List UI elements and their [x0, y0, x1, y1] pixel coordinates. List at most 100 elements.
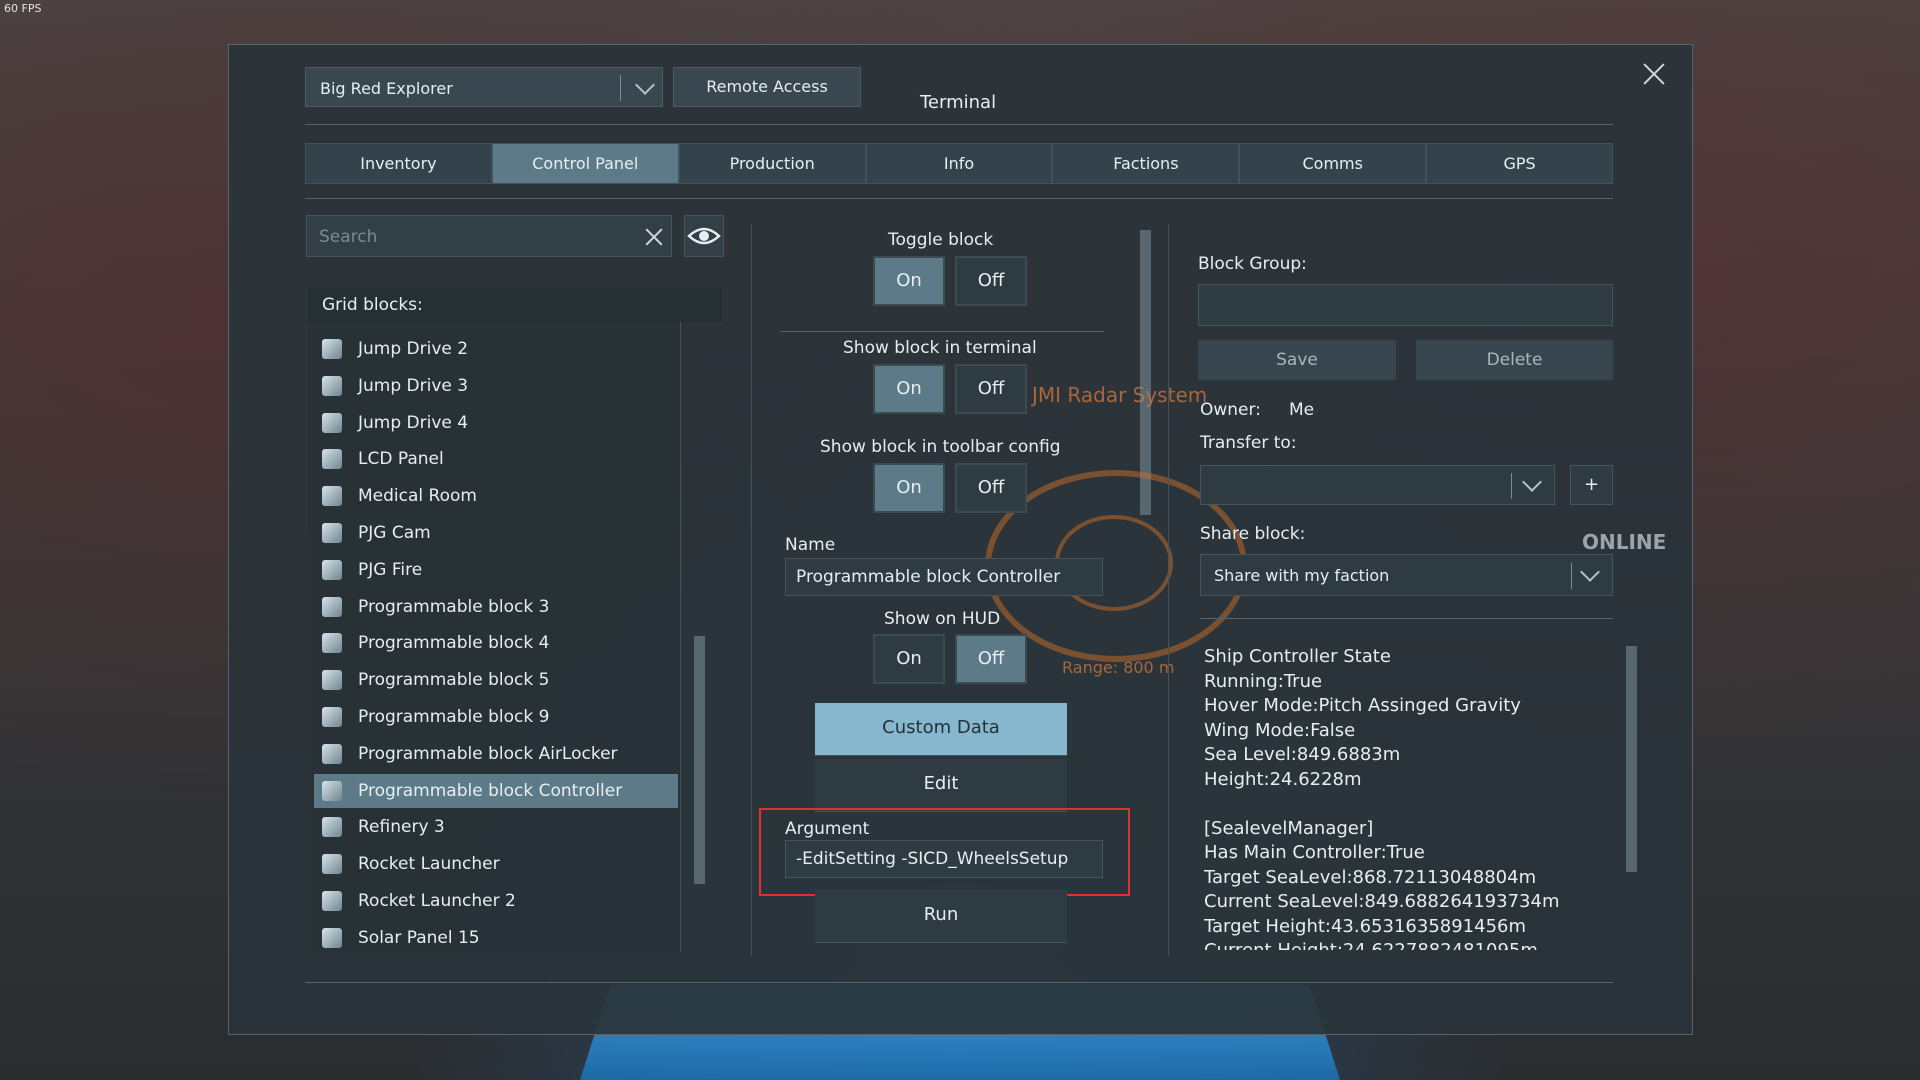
tab-inventory[interactable]: Inventory: [305, 143, 492, 184]
info-line: Height:24.6228m: [1204, 768, 1362, 790]
delete-group-button[interactable]: Delete: [1416, 340, 1613, 380]
info-line: Target Height:43.6531635891456m: [1204, 915, 1527, 937]
owner-label: Owner:: [1200, 400, 1261, 420]
share-block-label: Share block:: [1200, 524, 1306, 544]
divider: [305, 124, 1613, 125]
run-button[interactable]: Run: [815, 890, 1067, 943]
fps-counter: 60 FPS: [4, 2, 42, 15]
weapon-icon: [322, 559, 342, 580]
list-item[interactable]: Jump Drive 2: [314, 332, 678, 366]
clear-search-icon[interactable]: [643, 226, 665, 248]
list-item-label: Solar Panel 15: [358, 927, 480, 948]
highlight-annotation-box: [759, 808, 1130, 896]
show-in-toolbar-off-button[interactable]: Off: [955, 463, 1027, 513]
toggle-block-off-button[interactable]: Off: [955, 256, 1027, 306]
remote-access-button[interactable]: Remote Access: [673, 67, 861, 107]
custom-data-button[interactable]: Custom Data: [815, 703, 1067, 756]
list-item-label: PJG Cam: [358, 523, 431, 543]
tab-control-panel[interactable]: Control Panel: [491, 143, 679, 184]
programmable-block-icon: [322, 670, 342, 691]
list-item[interactable]: Programmable block 5: [314, 663, 678, 697]
tab-bar: Inventory Control Panel Production Info …: [305, 143, 1614, 184]
tab-info[interactable]: Info: [865, 143, 1053, 184]
name-label: Name: [785, 535, 836, 555]
rocket-launcher-icon: [322, 854, 342, 875]
chevron-down-icon[interactable]: [635, 75, 655, 95]
divider: [780, 331, 1104, 332]
list-item-label: Programmable block 4: [358, 633, 550, 654]
programmable-block-icon: [322, 707, 342, 727]
show-on-hud-off-button[interactable]: Off: [955, 634, 1027, 684]
list-item[interactable]: Programmable block Controller: [314, 773, 678, 808]
grid-blocks-title: Grid blocks:: [322, 295, 423, 315]
tab-factions[interactable]: Factions: [1052, 143, 1240, 184]
list-item[interactable]: Refinery 3: [314, 810, 678, 844]
visibility-toggle-button[interactable]: [684, 215, 724, 257]
info-scrollbar[interactable]: [1626, 646, 1637, 872]
lcd-panel-icon: [322, 449, 342, 470]
window-title: Terminal: [920, 92, 997, 113]
list-item[interactable]: PJG Cam: [314, 516, 678, 550]
list-item-label: Programmable block AirLocker: [358, 743, 618, 764]
grid-selector-dropdown[interactable]: Big Red Explorer: [305, 67, 663, 107]
block-group-input[interactable]: [1198, 284, 1613, 326]
list-item[interactable]: Rocket Launcher 2: [314, 884, 678, 918]
jump-drive-icon: [322, 412, 342, 433]
refinery-icon: [322, 817, 342, 838]
show-on-hud-on-button[interactable]: On: [873, 634, 945, 684]
list-item[interactable]: Jump Drive 4: [314, 406, 678, 440]
search-input[interactable]: [317, 224, 621, 250]
list-item-label: Medical Room: [358, 486, 477, 507]
list-item[interactable]: Programmable block 9: [314, 700, 678, 734]
search-box: [306, 215, 672, 257]
tab-gps[interactable]: GPS: [1426, 143, 1614, 184]
info-line: Has Main Controller:True: [1204, 842, 1425, 863]
share-block-value: Share with my faction: [1214, 566, 1390, 585]
info-line: Hover Mode:Pitch Assinged Gravity: [1204, 695, 1521, 716]
list-item[interactable]: Programmable block 4: [314, 626, 678, 660]
column-divider: [1168, 224, 1169, 956]
edit-button[interactable]: Edit: [815, 759, 1067, 812]
list-item[interactable]: Programmable block 3: [314, 590, 678, 624]
medical-room-icon: [322, 486, 342, 507]
show-in-toolbar-on-button[interactable]: On: [873, 463, 945, 513]
list-item-label: Jump Drive 3: [358, 375, 469, 396]
list-item[interactable]: PJG Fire: [314, 553, 678, 587]
list-item[interactable]: Programmable block AirLocker: [314, 737, 678, 771]
list-item[interactable]: Rocket Launcher: [314, 847, 678, 881]
list-scrollbar[interactable]: [694, 636, 705, 884]
programmable-block-icon: [322, 780, 342, 801]
tab-production[interactable]: Production: [678, 143, 866, 184]
jump-drive-icon: [322, 339, 342, 359]
chevron-down-icon[interactable]: [1522, 472, 1542, 492]
programmable-block-icon: [322, 596, 342, 617]
list-item[interactable]: LCD Panel: [314, 442, 678, 476]
show-in-terminal-off-button[interactable]: Off: [955, 364, 1027, 414]
info-line: Wing Mode:False: [1204, 719, 1356, 741]
list-item[interactable]: Jump Drive 3: [314, 369, 678, 403]
chevron-down-icon[interactable]: [1580, 562, 1600, 582]
grid-selector-value: Big Red Explorer: [320, 79, 453, 98]
dropdown-divider: [1571, 563, 1572, 589]
tab-comms[interactable]: Comms: [1239, 143, 1427, 184]
transfer-to-dropdown[interactable]: [1200, 465, 1555, 505]
info-line: Running:True: [1204, 670, 1323, 692]
name-field[interactable]: Programmable block Controller: [785, 558, 1103, 596]
rocket-launcher-icon: [322, 891, 342, 911]
add-transfer-button[interactable]: +: [1570, 465, 1613, 505]
block-detail-info: Ship Controller State Running:True Hover M…: [1204, 645, 1614, 950]
close-icon[interactable]: [1640, 60, 1668, 88]
show-in-terminal-on-button[interactable]: On: [873, 364, 945, 414]
toggle-block-on-button[interactable]: On: [873, 256, 945, 306]
info-line: [1204, 792, 1614, 817]
save-group-button[interactable]: Save: [1198, 340, 1396, 380]
list-item[interactable]: Medical Room: [314, 479, 678, 513]
list-item[interactable]: Solar Panel 15: [314, 921, 678, 955]
share-block-dropdown[interactable]: Share with my faction: [1200, 554, 1613, 596]
show-in-toolbar-label: Show block in toolbar config: [820, 437, 1061, 457]
show-on-hud-label: Show on HUD: [884, 609, 1001, 629]
grid-blocks-list: Jump Drive 2 Jump Drive 3 Jump Drive 4 LCD …: [308, 322, 681, 952]
owner-value: Me: [1289, 400, 1315, 420]
divider: [305, 198, 1613, 199]
hud-radar-title: JMI Radar System: [1032, 383, 1208, 407]
